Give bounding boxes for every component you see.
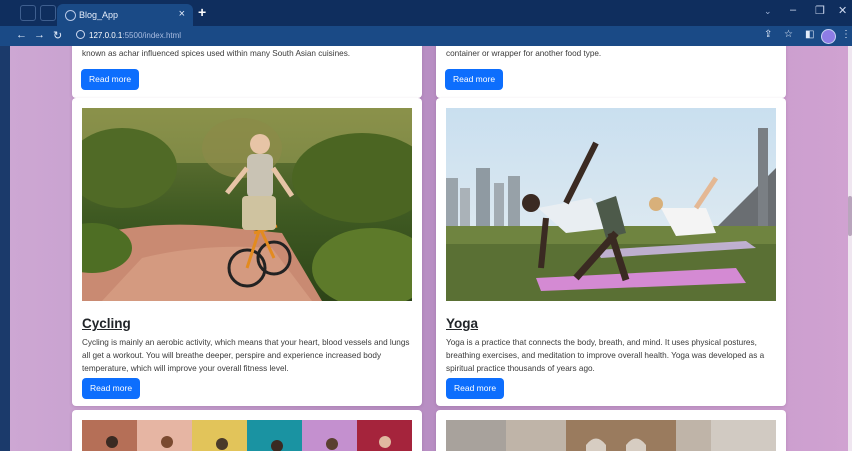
- read-more-button[interactable]: Read more: [82, 378, 141, 399]
- reload-icon[interactable]: ↻: [53, 29, 62, 42]
- card-image: [446, 420, 776, 451]
- back-icon[interactable]: ←: [16, 29, 27, 41]
- minimize-icon[interactable]: –: [790, 4, 796, 16]
- close-tab-icon[interactable]: ×: [179, 8, 185, 20]
- tab-strip: Blog_App × + ⌄ – ❐ ✕: [0, 0, 852, 26]
- info-icon[interactable]: [76, 30, 85, 39]
- card-title[interactable]: Cycling: [82, 316, 131, 331]
- card-title[interactable]: Yoga: [446, 316, 478, 331]
- cycling-image: [82, 108, 412, 301]
- new-tab-button[interactable]: +: [198, 4, 206, 20]
- close-window-icon[interactable]: ✕: [838, 4, 847, 17]
- page-scrollbar[interactable]: [848, 46, 852, 451]
- url-host: 127.0.0.1: [89, 31, 123, 40]
- url-field[interactable]: 127.0.0.1:5500/index.html: [76, 30, 181, 40]
- address-bar: ← → ↻ 127.0.0.1:5500/index.html ⇪ ☆ ◧ ⋮: [0, 26, 852, 46]
- star-icon[interactable]: ☆: [784, 29, 793, 40]
- yoga-image: [446, 108, 776, 301]
- card-yoga: Yoga Yoga is a practice that connects th…: [436, 98, 786, 406]
- card-text: container or wrapper for another food ty…: [446, 49, 602, 58]
- browser-tab[interactable]: Blog_App ×: [57, 4, 193, 26]
- card-text: Yoga is a practice that connects the bod…: [446, 338, 765, 373]
- tab-title: Blog_App: [79, 10, 119, 20]
- card-top-right: container or wrapper for another food ty…: [436, 46, 786, 98]
- globe-icon: [65, 10, 76, 21]
- window-menu-icon[interactable]: [20, 5, 36, 21]
- tab-search-icon[interactable]: ⌄: [764, 6, 772, 17]
- menu-icon[interactable]: ⋮: [841, 29, 851, 40]
- sidebar-icon[interactable]: ◧: [805, 29, 814, 40]
- share-icon[interactable]: ⇪: [764, 29, 772, 40]
- read-more-button[interactable]: Read more: [446, 378, 505, 399]
- scrollbar-thumb[interactable]: [848, 196, 852, 236]
- card-cycling: Cycling Cycling is mainly an aerobic act…: [72, 98, 422, 406]
- card-text: known as achar influenced spices used wi…: [82, 49, 351, 58]
- restore-icon[interactable]: ❐: [815, 4, 825, 17]
- card-top-left: known as achar influenced spices used wi…: [72, 46, 422, 98]
- card-text: Cycling is mainly an aerobic activity, w…: [82, 338, 410, 373]
- url-path: :5500/index.html: [122, 31, 182, 40]
- forward-icon[interactable]: →: [34, 29, 45, 41]
- page-viewport: known as achar influenced spices used wi…: [10, 46, 848, 451]
- shield-icon[interactable]: [40, 5, 56, 21]
- read-more-button[interactable]: Read more: [81, 69, 140, 90]
- card-image: [82, 420, 412, 451]
- card-bottom-left: [72, 410, 422, 451]
- profile-icon[interactable]: [821, 29, 836, 44]
- card-bottom-right: [436, 410, 786, 451]
- read-more-button[interactable]: Read more: [445, 69, 504, 90]
